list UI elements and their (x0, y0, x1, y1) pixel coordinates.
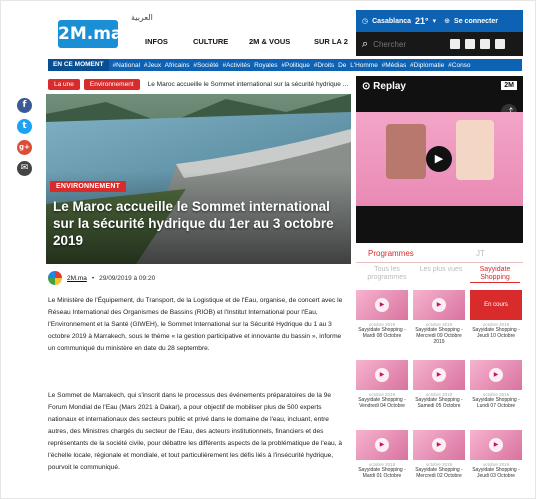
programme-caption[interactable]: Sayyidate Shopping - Mardi 08 Octobre (356, 327, 408, 339)
subtab-most-viewed[interactable]: Les plus vues (416, 266, 466, 274)
programme-item[interactable]: ▶ octobre 2019 Sayyidate Shopping - Lund… (470, 360, 522, 422)
breadcrumb-section[interactable]: Environnement (83, 79, 140, 90)
email-share-icon[interactable]: ✉ (17, 161, 32, 176)
byline-separator: • (91, 274, 95, 282)
twitter-share-icon[interactable]: t (17, 119, 32, 134)
subtab-all[interactable]: Tous les programmes (362, 266, 412, 282)
arabic-language-link[interactable]: العربية (131, 13, 153, 22)
clock-icon: ◷ (362, 18, 369, 25)
author-avatar-icon (48, 271, 62, 285)
nav-item-sur-la-2[interactable]: SUR LA 2 (314, 37, 348, 46)
login-link[interactable]: Se connecter (454, 18, 498, 25)
programme-item[interactable]: ▶ octobre 2019 Sayyidate Shopping - Mard… (356, 430, 408, 492)
tab-jt[interactable]: JT (476, 249, 485, 258)
facebook-share-icon[interactable]: f (17, 98, 32, 113)
top-utility-bar: ◷ Casablanca 21° ▾ ⊕ Se connecter (356, 10, 523, 32)
programme-caption[interactable]: Sayyidate Shopping - Samedi 05 Octobre (413, 397, 465, 409)
search-input[interactable] (373, 37, 446, 51)
programme-thumbnail[interactable]: ▶ (413, 430, 465, 460)
youtube-icon[interactable] (465, 39, 476, 49)
play-icon: ▶ (375, 438, 389, 452)
programme-item[interactable]: ▶ octobre 2019 Sayyidate Shopping - Vend… (356, 360, 408, 422)
live-label: En cours (484, 302, 508, 308)
programme-caption[interactable]: Sayyidate Shopping - Jeudi 03 Octobre (470, 467, 522, 479)
article-paragraph-2: Le Sommet de Marrakech, qui s'inscrit da… (48, 392, 343, 471)
play-icon: ▶ (432, 368, 446, 382)
site-logo[interactable]: 2M.ma (58, 20, 122, 48)
programme-thumbnail[interactable]: ▶ (470, 360, 522, 390)
replay-title: ⊙ Replay (362, 81, 406, 92)
programme-caption[interactable]: Sayyidate Shopping - Mardi 01 Octobre (356, 467, 408, 479)
channel-logo: 2M (501, 81, 517, 90)
article-category-badge[interactable]: ENVIRONNEMENT (50, 181, 127, 192)
programme-item[interactable]: ▶ octobre 2019 Sayyidate Shopping - Jeud… (470, 430, 522, 492)
presenter-right (456, 120, 494, 180)
play-icon: ▶ (375, 368, 389, 382)
breadcrumb-current: Le Maroc accueille le Sommet internation… (147, 81, 349, 88)
chevron-down-icon[interactable]: ▾ (433, 17, 437, 25)
programme-caption[interactable]: Sayyidate Shopping - Mercredi 09 Octobre… (413, 327, 465, 345)
replay-player: ⊙ Replay 2M ⤴ ▶ (356, 76, 523, 243)
programme-thumbnail-live[interactable]: En cours (470, 290, 522, 320)
programme-thumbnail[interactable]: ▶ (470, 430, 522, 460)
article-paragraph-1: Le Ministère de l'Équipement, du Transpo… (48, 297, 343, 352)
nav-item-2m-vous[interactable]: 2M & VOUS (249, 37, 290, 46)
programme-item[interactable]: ▶ octobre 2019 Sayyidate Shopping - Same… (413, 360, 465, 422)
breadcrumb-home[interactable]: La une (48, 79, 80, 90)
replay-title-text: Replay (373, 81, 406, 92)
ticker-tags[interactable]: #National #Jeux Africains #Société #Acti… (109, 62, 471, 69)
breadcrumb: La une Environnement Le Maroc accueille … (48, 79, 348, 90)
programme-thumbnail[interactable]: ▶ (413, 360, 465, 390)
video-frame[interactable]: ▶ (356, 112, 523, 206)
nav-item-culture[interactable]: CULTURE (193, 37, 228, 46)
ticker-label: EN CE MOMENT (48, 59, 109, 71)
programme-thumbnail[interactable]: ▶ (356, 360, 408, 390)
programme-item[interactable]: ▶ octobre 2019 Sayyidate Shopping - Merc… (413, 430, 465, 492)
facebook-icon[interactable] (450, 39, 461, 49)
search-bar: ⌕ (356, 32, 523, 56)
play-icon: ▶ (432, 298, 446, 312)
programme-tabs: Programmes JT Tous les programmes Les pl… (356, 246, 523, 283)
article-title: Le Maroc accueille le Sommet internation… (53, 199, 334, 248)
programme-caption[interactable]: Sayyidate Shopping - Vendredi 04 Octobre (356, 397, 408, 409)
play-icon: ▶ (375, 298, 389, 312)
programme-caption[interactable]: Sayyidate Shopping - Lundi 07 Octobre (470, 397, 522, 409)
instagram-icon[interactable] (495, 39, 506, 49)
programme-item[interactable]: ▶ octobre 2019 Sayyidate Shopping - Mard… (356, 290, 408, 352)
programme-item[interactable]: En cours octobre 2019 Sayyidate Shopping… (470, 290, 522, 352)
nav-item-infos[interactable]: INFOS (145, 37, 168, 46)
author-name[interactable]: 2M.ma (67, 275, 87, 282)
play-icon[interactable]: ▶ (426, 146, 452, 172)
programme-thumbnail[interactable]: ▶ (356, 290, 408, 320)
tab-programmes[interactable]: Programmes (368, 249, 414, 258)
play-icon: ▶ (489, 438, 503, 452)
search-icon[interactable]: ⌕ (362, 38, 368, 51)
subtab-sayyidate-shopping[interactable]: Sayyidate Shopping (470, 266, 520, 283)
article-date: 29/09/2019 à 09:20 (99, 274, 156, 282)
user-icon: ⊕ (444, 18, 451, 25)
trending-ticker: EN CE MOMENT #National #Jeux Africains #… (48, 59, 522, 71)
presenter-left (386, 124, 426, 179)
tab-divider (356, 262, 523, 263)
google-plus-share-icon[interactable]: g+ (17, 140, 32, 155)
programme-item[interactable]: ▶ octobre 2019 Sayyidate Shopping - Merc… (413, 290, 465, 352)
programme-caption[interactable]: Sayyidate Shopping - Mercredi 02 Octobre (413, 467, 465, 479)
programme-thumbnail[interactable]: ▶ (413, 290, 465, 320)
programme-caption[interactable]: Sayyidate Shopping - Jeudi 10 Octobre (470, 327, 522, 339)
weather-temp: 21° (415, 16, 429, 26)
weather-city[interactable]: Casablanca (372, 18, 411, 25)
programme-thumbnail[interactable]: ▶ (356, 430, 408, 460)
play-icon: ▶ (432, 438, 446, 452)
article-byline: 2M.ma • 29/09/2019 à 09:20 (48, 271, 155, 285)
twitter-icon[interactable] (480, 39, 491, 49)
play-icon: ▶ (489, 368, 503, 382)
